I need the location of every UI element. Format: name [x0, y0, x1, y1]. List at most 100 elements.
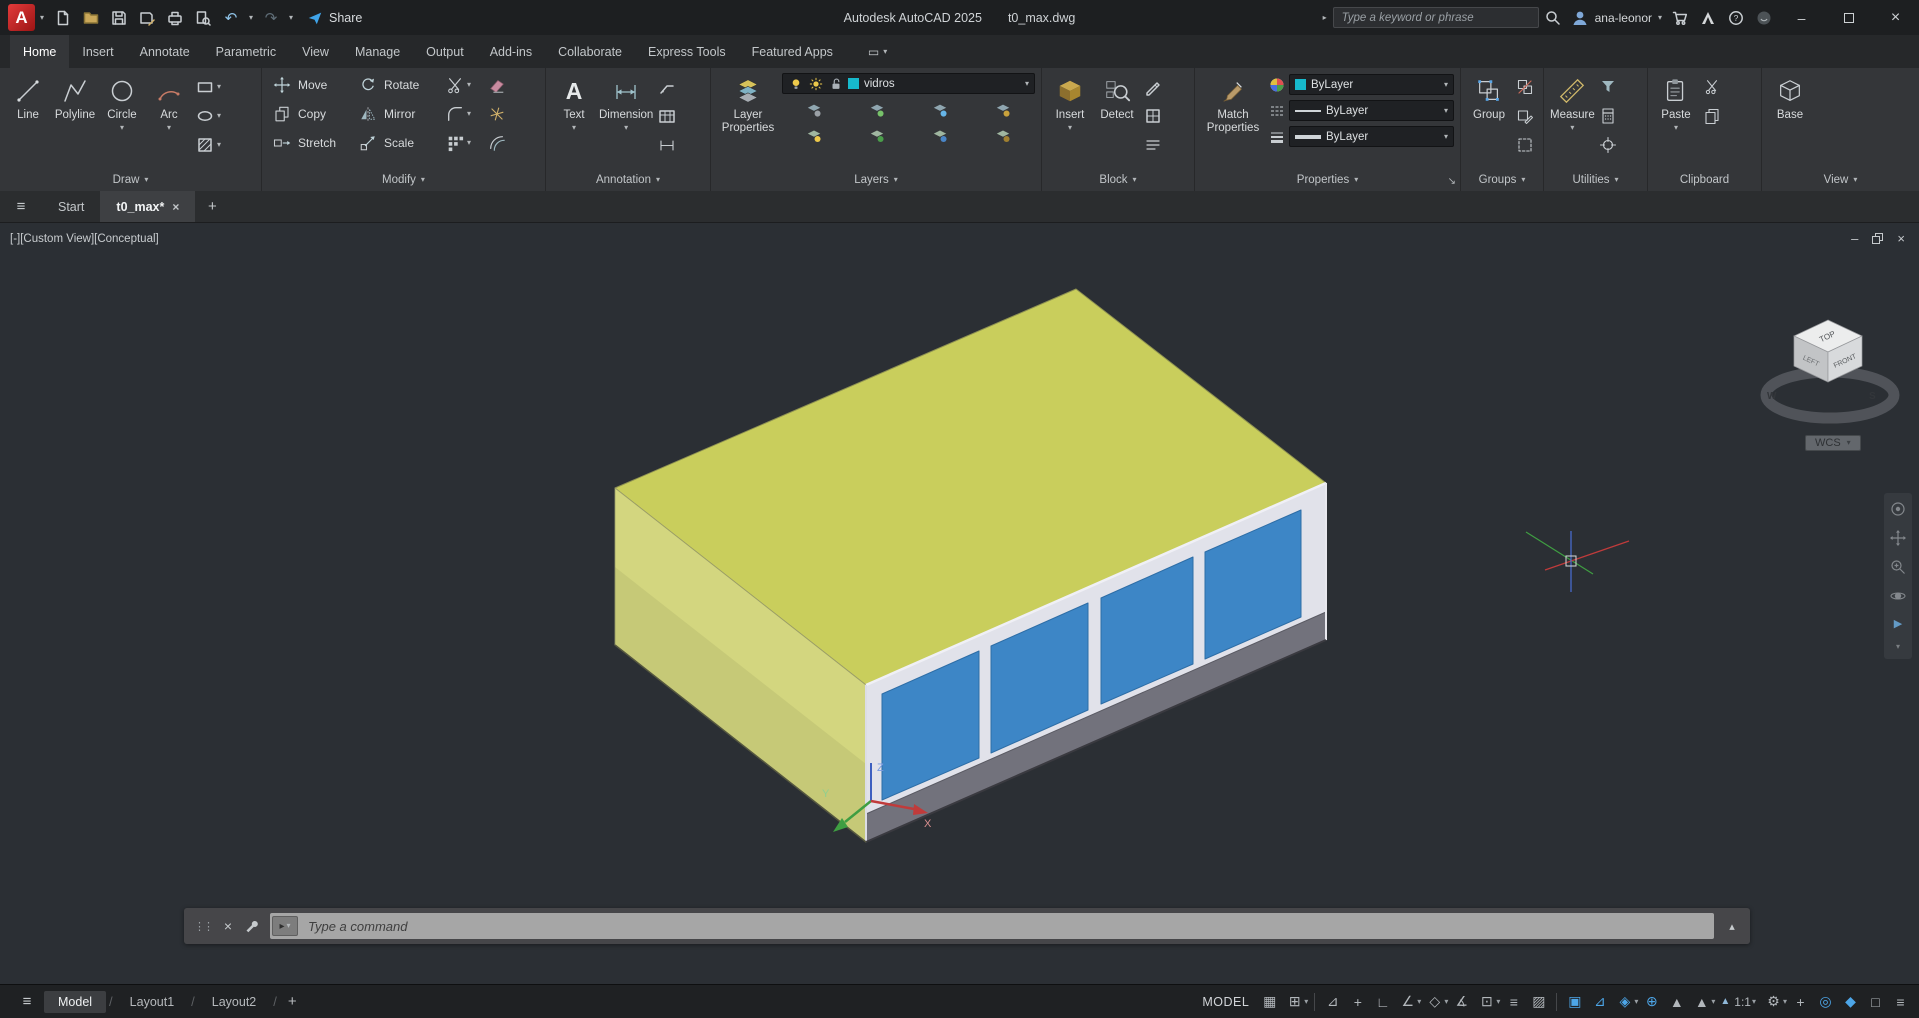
tab-output[interactable]: Output [413, 35, 477, 68]
new-file-icon[interactable] [49, 5, 77, 31]
attribute-manager-icon[interactable] [1142, 135, 1163, 156]
dimension-style-icon[interactable] [656, 135, 677, 156]
object-snap-tracking-icon[interactable]: ∡ [1449, 989, 1474, 1014]
panel-label-properties[interactable]: Properties▾ [1195, 168, 1460, 191]
mirror-button[interactable]: Mirror [354, 101, 440, 127]
arc-button[interactable]: Arc ▾ [147, 73, 191, 132]
chevron-down-icon[interactable]: ▾ [217, 83, 221, 91]
lineweight-dropdown[interactable]: ByLayer ▾ [1289, 126, 1454, 147]
base-button[interactable]: Base [1768, 73, 1812, 122]
rectangle-icon[interactable] [194, 77, 215, 98]
chevron-down-icon[interactable]: ▾ [1711, 997, 1715, 1006]
linetype-dropdown[interactable]: ByLayer ▾ [1289, 100, 1454, 121]
ortho-icon[interactable]: ∟ [1370, 989, 1395, 1014]
move-button[interactable]: Move [268, 72, 350, 98]
command-input[interactable] [270, 913, 1714, 939]
search-expand-icon[interactable]: ▸ [1317, 5, 1333, 31]
chevron-down-icon[interactable]: ▾ [1444, 997, 1448, 1006]
undo-chevron-icon[interactable]: ▾ [245, 5, 257, 31]
tab-collaborate[interactable]: Collaborate [545, 35, 635, 68]
create-block-icon[interactable] [1142, 106, 1163, 127]
graphics-performance-icon[interactable]: ◆ [1838, 989, 1863, 1014]
panel-label-draw[interactable]: Draw▾ [0, 168, 261, 191]
group-selection-icon[interactable] [1514, 135, 1535, 156]
stretch-button[interactable]: Stretch [268, 130, 350, 156]
layer-on-icon[interactable] [803, 124, 824, 145]
quick-calc-icon[interactable] [1598, 106, 1619, 127]
start-tab[interactable]: Start [42, 191, 100, 222]
layer-isolate-icon[interactable] [866, 99, 887, 120]
layout-menu-icon[interactable]: ≡ [12, 993, 42, 1010]
search-icon[interactable] [1539, 5, 1567, 31]
viewcube[interactable]: W S TOP LEFT FRONT [1745, 298, 1915, 448]
save-as-icon[interactable] [133, 5, 161, 31]
panel-label-modify[interactable]: Modify▾ [262, 168, 545, 191]
cart-icon[interactable] [1666, 5, 1694, 31]
annotation-visibility-icon[interactable]: ▲ [1664, 989, 1689, 1014]
chevron-down-icon[interactable]: ▾ [467, 81, 471, 89]
selection-cycling-icon[interactable]: ▣ [1562, 989, 1587, 1014]
circle-button[interactable]: Circle ▾ [100, 73, 144, 132]
dynamic-ucs-icon[interactable]: ⊿ [1587, 989, 1612, 1014]
new-drawing-tab-button[interactable]: + [195, 191, 229, 222]
annotation-monitor-icon[interactable]: + [1788, 989, 1813, 1014]
pan-icon[interactable] [1890, 530, 1906, 546]
tab-express-tools[interactable]: Express Tools [635, 35, 739, 68]
file-tabs-menu-icon[interactable]: ≡ [0, 191, 42, 222]
layer-unlock-tool-icon[interactable] [993, 124, 1014, 145]
match-properties-button[interactable]: Match Properties [1201, 73, 1265, 135]
lineweight-display-icon[interactable]: ≡ [1501, 989, 1526, 1014]
autocad-logo[interactable]: A [8, 4, 35, 31]
command-close-icon[interactable]: × [216, 914, 240, 938]
close-tab-icon[interactable]: × [172, 200, 179, 214]
qat-menu-chevron-icon[interactable]: ▾ [285, 5, 297, 31]
autodesk-assistant-icon[interactable] [1694, 5, 1722, 31]
chevron-down-icon[interactable]: ▾ [467, 110, 471, 118]
dimension-button[interactable]: Dimension ▾ [599, 73, 653, 132]
steering-wheel-icon[interactable] [1890, 501, 1906, 517]
panel-launcher-icon[interactable]: ↘ [1448, 176, 1456, 187]
navbar-menu-icon[interactable]: ▾ [1896, 643, 1900, 651]
customization-icon[interactable]: ≡ [1888, 989, 1913, 1014]
measure-button[interactable]: Measure ▾ [1550, 73, 1595, 132]
ribbon-display-toggle[interactable]: ▭▾ [860, 35, 895, 68]
plot-icon[interactable] [161, 5, 189, 31]
orbit-icon[interactable] [1890, 588, 1906, 604]
quick-select-icon[interactable] [1598, 77, 1619, 98]
chevron-down-icon[interactable]: ▾ [1634, 997, 1638, 1006]
panel-label-layers[interactable]: Layers▾ [711, 168, 1041, 191]
viewport-close-icon[interactable]: × [1897, 231, 1905, 246]
trim-icon[interactable] [444, 75, 465, 96]
redo-icon[interactable]: ↷ [257, 5, 285, 31]
copy-clip-icon[interactable] [1701, 106, 1722, 127]
insert-button[interactable]: Insert ▾ [1048, 73, 1092, 132]
detect-button[interactable]: Detect [1095, 73, 1139, 122]
text-button[interactable]: A Text ▾ [552, 73, 596, 132]
scale-button[interactable]: Scale [354, 130, 440, 156]
polyline-button[interactable]: Polyline [53, 73, 97, 122]
paste-button[interactable]: Paste ▾ [1654, 73, 1698, 132]
panel-label-clipboard[interactable]: Clipboard [1648, 168, 1761, 191]
tab-addins[interactable]: Add-ins [477, 35, 545, 68]
line-button[interactable]: Line [6, 73, 50, 122]
layout2-tab[interactable]: Layout2 [198, 991, 270, 1013]
panel-label-view[interactable]: View▾ [1762, 168, 1919, 191]
tab-featured-apps[interactable]: Featured Apps [739, 35, 846, 68]
dynamic-input-icon[interactable]: + [1345, 989, 1370, 1014]
model-tab[interactable]: Model [44, 991, 106, 1013]
fillet-icon[interactable] [444, 104, 465, 125]
transparency-icon[interactable]: ▨ [1526, 989, 1551, 1014]
viewport-controls-label[interactable]: [-][Custom View][Conceptual] [10, 233, 159, 245]
app-status-icon[interactable] [1750, 5, 1778, 31]
chevron-down-icon[interactable]: ▾ [217, 141, 221, 149]
hatch-icon[interactable] [194, 135, 215, 156]
tab-manage[interactable]: Manage [342, 35, 413, 68]
viewport-restore-icon[interactable] [1872, 233, 1883, 244]
cut-icon[interactable] [1701, 77, 1722, 98]
chevron-down-icon[interactable]: ▾ [217, 112, 221, 120]
plot-preview-icon[interactable] [189, 5, 217, 31]
chevron-down-icon[interactable]: ▾ [1783, 997, 1787, 1006]
zoom-icon[interactable] [1890, 559, 1906, 575]
command-history-icon[interactable]: ▴ [1720, 914, 1744, 938]
grid-icon[interactable]: ▦ [1257, 989, 1282, 1014]
